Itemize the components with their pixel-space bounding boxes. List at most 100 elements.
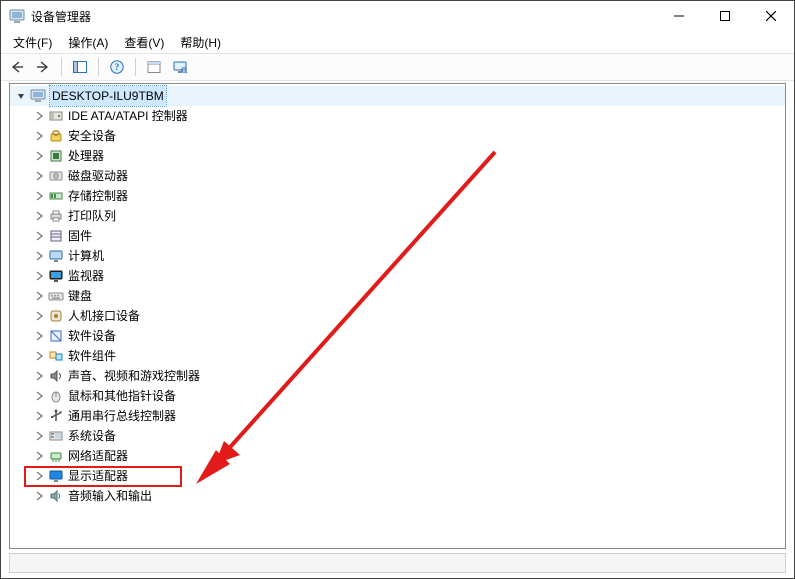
expander-icon[interactable] (32, 349, 46, 363)
expander-icon[interactable] (32, 169, 46, 183)
storage-icon (48, 188, 64, 204)
security-icon (48, 128, 64, 144)
tree-item[interactable]: 打印队列 (10, 206, 785, 226)
network-icon (48, 448, 64, 464)
tree-item[interactable]: 安全设备 (10, 126, 785, 146)
expander-icon[interactable] (32, 449, 46, 463)
tree-root[interactable]: DESKTOP-ILU9TBM (10, 86, 785, 106)
show-hide-console-button[interactable] (68, 56, 92, 78)
ide-icon (48, 108, 64, 124)
properties-button[interactable] (142, 56, 166, 78)
expander-icon[interactable] (32, 149, 46, 163)
tree-root-label: DESKTOP-ILU9TBM (50, 86, 166, 106)
tree-item-label: 磁盘驱动器 (68, 166, 128, 186)
tree-item-label: 计算机 (68, 246, 104, 266)
back-button[interactable] (5, 56, 29, 78)
tree-item[interactable]: 固件 (10, 226, 785, 246)
expander-icon[interactable] (32, 429, 46, 443)
tree-item[interactable]: 磁盘驱动器 (10, 166, 785, 186)
tree-item-label: 网络适配器 (68, 446, 128, 466)
tree-item[interactable]: IDE ATA/ATAPI 控制器 (10, 106, 785, 126)
tree-item-label: IDE ATA/ATAPI 控制器 (68, 106, 188, 126)
tree-item[interactable]: 监视器 (10, 266, 785, 286)
toolbar: ? (1, 53, 794, 81)
tree-item[interactable]: 键盘 (10, 286, 785, 306)
tree-item-label: 打印队列 (68, 206, 116, 226)
tree-item[interactable]: 显示适配器 (10, 466, 785, 486)
expander-icon[interactable] (32, 289, 46, 303)
menu-view[interactable]: 查看(V) (116, 32, 172, 53)
firmware-icon (48, 228, 64, 244)
printer-icon (48, 208, 64, 224)
scan-hardware-button[interactable] (168, 56, 192, 78)
tree-item[interactable]: 计算机 (10, 246, 785, 266)
expander-icon[interactable] (32, 329, 46, 343)
tree-panel: DESKTOP-ILU9TBMIDE ATA/ATAPI 控制器安全设备处理器磁… (9, 83, 786, 549)
cpu-icon (48, 148, 64, 164)
tree-item[interactable]: 鼠标和其他指针设备 (10, 386, 785, 406)
tree-item-label: 系统设备 (68, 426, 116, 446)
tree-item-label: 软件设备 (68, 326, 116, 346)
tree-item[interactable]: 软件组件 (10, 346, 785, 366)
pc-icon (30, 88, 46, 104)
expander-icon[interactable] (32, 389, 46, 403)
menubar: 文件(F) 操作(A) 查看(V) 帮助(H) (1, 31, 794, 53)
tree-item[interactable]: 声音、视频和游戏控制器 (10, 366, 785, 386)
toolbar-divider (61, 58, 62, 76)
usb-icon (48, 408, 64, 424)
computer-icon (48, 248, 64, 264)
tree-item[interactable]: 处理器 (10, 146, 785, 166)
expander-icon[interactable] (32, 129, 46, 143)
tree-item[interactable]: 人机接口设备 (10, 306, 785, 326)
tree-item[interactable]: 系统设备 (10, 426, 785, 446)
expander-icon[interactable] (32, 409, 46, 423)
statusbar (9, 553, 786, 573)
close-button[interactable] (748, 1, 794, 31)
display-icon (48, 468, 64, 484)
expander-icon[interactable] (32, 109, 46, 123)
audio-icon (48, 488, 64, 504)
expander-icon[interactable] (32, 209, 46, 223)
expander-icon[interactable] (32, 309, 46, 323)
tree-item[interactable]: 音频输入和输出 (10, 486, 785, 506)
tree-item[interactable]: 存储控制器 (10, 186, 785, 206)
tree-item-label: 声音、视频和游戏控制器 (68, 366, 200, 386)
toolbar-divider (135, 58, 136, 76)
tree-item-label: 处理器 (68, 146, 104, 166)
expander-icon[interactable] (14, 89, 28, 103)
softdev-icon (48, 328, 64, 344)
window-title: 设备管理器 (31, 8, 91, 25)
maximize-button[interactable] (702, 1, 748, 31)
disk-icon (48, 168, 64, 184)
expander-icon[interactable] (32, 229, 46, 243)
forward-button[interactable] (31, 56, 55, 78)
tree-item[interactable]: 软件设备 (10, 326, 785, 346)
expander-icon[interactable] (32, 249, 46, 263)
menu-help[interactable]: 帮助(H) (172, 32, 229, 53)
mouse-icon (48, 388, 64, 404)
menu-file[interactable]: 文件(F) (5, 32, 60, 53)
tree-item[interactable]: 通用串行总线控制器 (10, 406, 785, 426)
keyboard-icon (48, 288, 64, 304)
expander-icon[interactable] (32, 489, 46, 503)
sound-icon (48, 368, 64, 384)
app-icon (9, 8, 25, 24)
tree-item-label: 通用串行总线控制器 (68, 406, 176, 426)
expander-icon[interactable] (32, 469, 46, 483)
tree-item-label: 键盘 (68, 286, 92, 306)
titlebar: 设备管理器 (1, 1, 794, 31)
tree-item[interactable]: 网络适配器 (10, 446, 785, 466)
tree-item-label: 鼠标和其他指针设备 (68, 386, 176, 406)
help-button[interactable]: ? (105, 56, 129, 78)
tree-item-label: 人机接口设备 (68, 306, 140, 326)
expander-icon[interactable] (32, 189, 46, 203)
expander-icon[interactable] (32, 269, 46, 283)
svg-text:?: ? (115, 62, 120, 72)
tree-item-label: 存储控制器 (68, 186, 128, 206)
minimize-button[interactable] (656, 1, 702, 31)
menu-action[interactable]: 操作(A) (60, 32, 116, 53)
softcomp-icon (48, 348, 64, 364)
system-icon (48, 428, 64, 444)
expander-icon[interactable] (32, 369, 46, 383)
tree-item-label: 显示适配器 (68, 466, 128, 486)
